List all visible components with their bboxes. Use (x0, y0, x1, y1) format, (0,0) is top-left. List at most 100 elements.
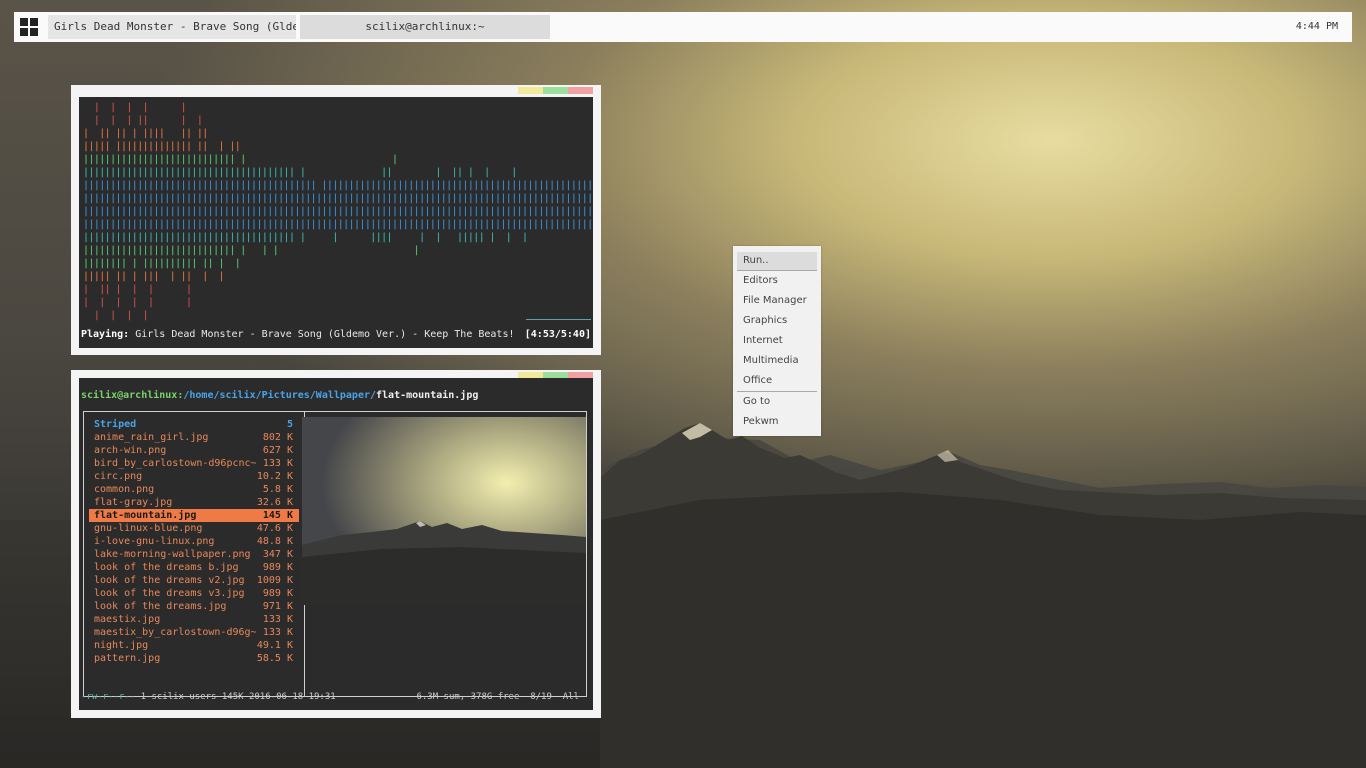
ranger-panes: Striped 5 anime_rain_girl.jpg 802 Karch-win… (83, 411, 587, 697)
file-item[interactable]: look of the dreams v3.jpg 989 K (89, 587, 299, 600)
visualizer-row: |||||||||||||||||||||||||||| | | | | (83, 245, 420, 256)
file-size: 49.1 K (256, 640, 293, 651)
directory-item[interactable]: Striped 5 (89, 418, 299, 431)
visualizer-row: ||||| |||||||||||||| || | || (83, 141, 241, 152)
file-size: 1009 K (256, 575, 293, 586)
file-size: 48.8 K (256, 536, 293, 547)
file-name: maestix.jpg (94, 614, 161, 625)
file-item[interactable]: look of the dreams b.jpg 989 K (89, 561, 299, 574)
visualizer-row: | || | | | | (83, 284, 192, 295)
now-playing: Playing: Girls Dead Monster - Brave Song… (81, 329, 515, 340)
file-name: maestix_by_carlostown-d96g~ (94, 627, 257, 638)
file-size: 347 K (262, 549, 293, 560)
file-item[interactable]: night.jpg 49.1 K (89, 639, 299, 652)
preview-mountain-image (302, 417, 586, 605)
file-name: night.jpg (94, 640, 149, 651)
menu-item-pekwm[interactable]: Pekwm (737, 413, 817, 431)
file-item[interactable]: look of the dreams v2.jpg 1009 K (89, 574, 299, 587)
close-button[interactable] (568, 87, 593, 94)
visualizer-row: ||||||||||||||||||||||||||||||||||||||| … (83, 232, 528, 243)
visualizer-row: ||||||||||||||||||||||||||||||||||||||||… (83, 193, 593, 204)
music-player-window[interactable]: | | | | | | | | || | | | || || | |||| || … (71, 85, 601, 355)
file-item[interactable]: flat-gray.jpg 32.6 K (89, 496, 299, 509)
file-name: look of the dreams v2.jpg (94, 575, 245, 586)
menu-item-editors[interactable]: Editors (737, 272, 817, 290)
file-name: Striped (94, 419, 137, 430)
menu-item-multimedia[interactable]: Multimedia (737, 352, 817, 370)
file-size: 145 K (262, 510, 293, 521)
prompt-dir: /home/scilix/Pictures/Wallpaper/ (183, 390, 377, 401)
file-size: 133 K (262, 614, 293, 625)
visualizer-row: | | | || | | (83, 115, 203, 126)
image-preview (302, 417, 586, 605)
file-size: 989 K (262, 562, 293, 573)
visualizer-row: ||||||||||||||||||||||||||||||||||||||| … (83, 167, 517, 178)
file-size: 133 K (262, 627, 293, 638)
file-name: gnu-linux-blue.png (94, 523, 203, 534)
ranger-statusbar: -rw-r--r-- 1 scilix users 145K 2016-06-1… (81, 692, 589, 702)
file-name: look of the dreams.jpg (94, 601, 227, 612)
file-size: 133 K (262, 458, 293, 469)
clock: 4:44 PM (1295, 21, 1338, 32)
file-item[interactable]: gnu-linux-blue.png 47.6 K (89, 522, 299, 535)
file-item[interactable]: lake-morning-wallpaper.png 347 K (89, 548, 299, 561)
menu-item-graphics[interactable]: Graphics (737, 312, 817, 330)
file-size: 627 K (262, 445, 293, 456)
file-size: 5 (286, 419, 293, 430)
track-time: [4:53/5:40] (524, 329, 591, 340)
visualizer-row: ||||||||||||||||||||||||||||||||||||||||… (83, 219, 593, 230)
file-item[interactable]: circ.png 10.2 K (89, 470, 299, 483)
file-size: 47.6 K (256, 523, 293, 534)
menu-item-go-to[interactable]: Go to (737, 393, 817, 411)
file-size: 971 K (262, 601, 293, 612)
file-info: 1 scilix users 145K 2016-06-18 19:31 (135, 692, 336, 702)
file-name: pattern.jpg (94, 653, 161, 664)
file-size: 5.8 K (262, 484, 293, 495)
prompt-user: scilix@archlinux: (81, 390, 184, 401)
file-name: bird_by_carlostown-d96pcnc~ (94, 458, 257, 469)
file-item[interactable]: i-love-gnu-linux.png 48.8 K (89, 535, 299, 548)
file-item[interactable]: arch-win.png 627 K (89, 444, 299, 457)
visualizer-row: | || || | |||| || || (83, 128, 208, 139)
file-item[interactable]: bird_by_carlostown-d96pcnc~ 133 K (89, 457, 299, 470)
file-permissions: -rw-r--r-- (81, 692, 136, 702)
file-item[interactable]: maestix.jpg 133 K (89, 613, 299, 626)
file-size: 32.6 K (256, 497, 293, 508)
audio-visualizer: | | | | | | | | || | | | || || | |||| || … (83, 101, 593, 326)
file-item[interactable]: flat-mountain.jpg 145 K (89, 509, 299, 522)
file-name: circ.png (94, 471, 143, 482)
menu-item-run[interactable]: Run.. (737, 252, 817, 270)
taskbar-item-music[interactable]: Girls Dead Monster - Brave Song (Glde... (48, 15, 296, 39)
taskbar-item-terminal[interactable]: scilix@archlinux:~ (300, 15, 550, 39)
window-buttons (518, 87, 593, 94)
ranger-terminal[interactable]: scilix@archlinux:/home/scilix/Pictures/W… (79, 378, 593, 710)
menu-item-office[interactable]: Office (737, 372, 817, 390)
maximize-button[interactable] (543, 87, 568, 94)
music-terminal[interactable]: | | | | | | | | || | | | || || | |||| || … (79, 97, 593, 348)
file-item[interactable]: look of the dreams.jpg 971 K (89, 600, 299, 613)
visualizer-row: | | | | | | (83, 297, 192, 308)
file-name: arch-win.png (94, 445, 167, 456)
prompt-file: flat-mountain.jpg (376, 390, 479, 401)
file-manager-window[interactable]: scilix@archlinux:/home/scilix/Pictures/W… (71, 370, 601, 718)
root-menu: Run.. Editors File Manager Graphics Internet… (733, 246, 821, 436)
visualizer-row: | | | | (83, 310, 149, 321)
file-item[interactable]: pattern.jpg 58.5 K (89, 652, 299, 665)
file-item[interactable]: maestix_by_carlostown-d96g~ 133 K (89, 626, 299, 639)
menu-separator (737, 270, 817, 271)
menu-separator (737, 391, 817, 392)
file-size: 58.5 K (256, 653, 293, 664)
file-name: i-love-gnu-linux.png (94, 536, 215, 547)
file-item[interactable]: anime_rain_girl.jpg 802 K (89, 431, 299, 444)
track-title: Girls Dead Monster - Brave Song (Gldemo … (135, 329, 515, 340)
menu-item-internet[interactable]: Internet (737, 332, 817, 350)
file-list: Striped 5 anime_rain_girl.jpg 802 Karch-win… (89, 418, 299, 665)
file-name: flat-gray.jpg (94, 497, 173, 508)
file-item[interactable]: common.png 5.8 K (89, 483, 299, 496)
file-name: common.png (94, 484, 155, 495)
file-name: lake-morning-wallpaper.png (94, 549, 251, 560)
menu-item-file-manager[interactable]: File Manager (737, 292, 817, 310)
file-name: anime_rain_girl.jpg (94, 432, 209, 443)
app-menu-icon[interactable] (20, 18, 38, 36)
minimize-button[interactable] (518, 87, 543, 94)
